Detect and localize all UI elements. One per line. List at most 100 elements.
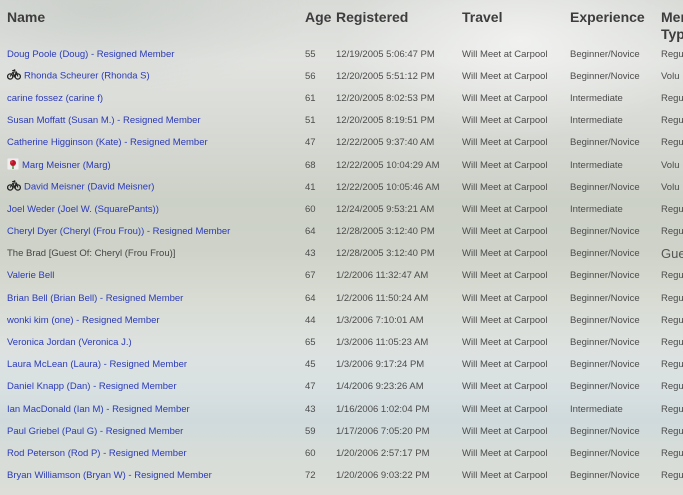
age-cell: 43 (305, 248, 316, 260)
registered-cell: 12/28/2005 3:12:40 PM (336, 248, 435, 260)
member-type-cell: Regu (661, 270, 683, 282)
member-type-cell: Regu (661, 425, 683, 437)
table-row: Ian MacDonald (Ian M) - Resigned Member 4… (0, 398, 683, 420)
member-name-link[interactable]: Rhonda Scheurer (Rhonda S) (24, 71, 150, 82)
member-name-link[interactable]: Laura McLean (Laura) - Resigned Member (7, 359, 187, 370)
member-name-link[interactable]: David Meisner (David Meisner) (24, 182, 154, 193)
travel-cell: Will Meet at Carpool (462, 403, 548, 415)
column-header-name[interactable]: Name (0, 0, 305, 43)
table-row: Daniel Knapp (Dan) - Resigned Member 47 1/… (0, 376, 683, 398)
registered-cell: 1/20/2006 2:57:17 PM (336, 447, 430, 459)
member-name-cell: Marg Meisner (Marg) (0, 154, 305, 176)
member-type-cell: Regu (661, 403, 683, 415)
registered-cell: 1/2/2006 11:50:24 AM (336, 292, 429, 304)
member-name-link[interactable]: Susan Moffatt (Susan M.) - Resigned Memb… (7, 115, 201, 126)
experience-cell: Beginner/Novice (570, 359, 640, 371)
member-name-cell: Ian MacDonald (Ian M) - Resigned Member (0, 398, 305, 420)
member-name-cell: David Meisner (David Meisner) (0, 176, 305, 198)
member-name-link[interactable]: Bryan Williamson (Bryan W) - Resigned Me… (7, 470, 212, 481)
registered-cell: 1/17/2006 7:05:20 PM (336, 425, 430, 437)
table-row: Susan Moffatt (Susan M.) - Resigned Memb… (0, 110, 683, 132)
member-name-link[interactable]: Paul Griebel (Paul G) - Resigned Member (7, 426, 183, 437)
member-name-link[interactable]: carine fossez (carine f) (7, 93, 103, 104)
member-name-link[interactable]: Veronica Jordan (Veronica J.) (7, 337, 132, 348)
member-name-cell: Rod Peterson (Rod P) - Resigned Member (0, 442, 305, 464)
travel-cell: Will Meet at Carpool (462, 203, 548, 215)
member-name-cell: Joel Weder (Joel W. (SquarePants)) (0, 198, 305, 220)
column-header-experience[interactable]: Experience (570, 0, 661, 43)
age-cell: 67 (305, 270, 316, 282)
registered-cell: 1/16/2006 1:02:04 PM (336, 403, 430, 415)
table-row: Laura McLean (Laura) - Resigned Member 45… (0, 354, 683, 376)
experience-cell: Beginner/Novice (570, 292, 640, 304)
member-name-link[interactable]: Valerie Bell (7, 270, 54, 281)
age-cell: 47 (305, 381, 316, 393)
age-cell: 72 (305, 470, 316, 482)
member-name-cell: Daniel Knapp (Dan) - Resigned Member (0, 376, 305, 398)
column-header-travel[interactable]: Travel (462, 0, 570, 43)
registered-cell: 12/20/2005 8:19:51 PM (336, 115, 435, 127)
travel-cell: Will Meet at Carpool (462, 115, 548, 127)
age-cell: 59 (305, 425, 316, 437)
member-name-link[interactable]: wonki kim (one) - Resigned Member (7, 315, 160, 326)
travel-cell: Will Meet at Carpool (462, 292, 548, 304)
member-name-cell: Paul Griebel (Paul G) - Resigned Member (0, 420, 305, 442)
member-name-cell: Cheryl Dyer (Cheryl (Frou Frou)) - Resig… (0, 221, 305, 243)
member-name-link[interactable]: Catherine Higginson (Kate) - Resigned Me… (7, 137, 208, 148)
member-name-link[interactable]: Cheryl Dyer (Cheryl (Frou Frou)) - Resig… (7, 226, 230, 237)
experience-cell: Intermediate (570, 159, 623, 171)
member-name-link[interactable]: Marg Meisner (Marg) (22, 160, 111, 171)
member-name-link[interactable]: Doug Poole (Doug) - Resigned Member (7, 49, 174, 60)
member-type-cell: Gue (661, 246, 683, 262)
table-row: Marg Meisner (Marg) 68 12/22/2005 10:04:29… (0, 154, 683, 176)
age-cell: 61 (305, 92, 316, 104)
column-header-registered[interactable]: Registered (336, 0, 462, 43)
member-name-cell: wonki kim (one) - Resigned Member (0, 309, 305, 331)
age-cell: 45 (305, 359, 316, 371)
bicycle-icon (6, 180, 22, 194)
member-type-cell: Regu (661, 137, 683, 149)
flower-icon (6, 157, 20, 173)
member-name-link[interactable]: Ian MacDonald (Ian M) - Resigned Member (7, 404, 190, 415)
member-name-cell: Veronica Jordan (Veronica J.) (0, 331, 305, 353)
registered-cell: 12/19/2005 5:06:47 PM (336, 48, 435, 60)
experience-cell: Intermediate (570, 92, 623, 104)
column-header-member-type[interactable]: MerTyp (661, 0, 683, 43)
member-name-cell: Laura McLean (Laura) - Resigned Member (0, 354, 305, 376)
travel-cell: Will Meet at Carpool (462, 48, 548, 60)
table-row: Veronica Jordan (Veronica J.) 65 1/3/2006 … (0, 331, 683, 353)
table-row: wonki kim (one) - Resigned Member 44 1/3/2… (0, 309, 683, 331)
travel-cell: Will Meet at Carpool (462, 470, 548, 482)
member-name-link[interactable]: Rod Peterson (Rod P) - Resigned Member (7, 448, 187, 459)
experience-cell: Beginner/Novice (570, 226, 640, 238)
member-type-cell: Regu (661, 359, 683, 371)
age-cell: 65 (305, 337, 316, 349)
participants-table: Name Age Registered Travel Experience Me… (0, 0, 683, 487)
travel-cell: Will Meet at Carpool (462, 447, 548, 459)
experience-cell: Beginner/Novice (570, 181, 640, 193)
member-type-cell: Volu (661, 159, 680, 171)
member-name-cell: Bryan Williamson (Bryan W) - Resigned Me… (0, 465, 305, 487)
member-name-cell: Susan Moffatt (Susan M.) - Resigned Memb… (0, 110, 305, 132)
member-type-label-line1: Mer (661, 9, 683, 25)
experience-cell: Beginner/Novice (570, 48, 640, 60)
age-cell: 41 (305, 181, 316, 193)
member-type-cell: Regu (661, 115, 683, 127)
member-type-cell: Regu (661, 203, 683, 215)
table-row: Brian Bell (Brian Bell) - Resigned Membe… (0, 287, 683, 309)
table-row: David Meisner (David Meisner) 41 12/22/200… (0, 176, 683, 198)
table-row: The Brad [Guest Of: Cheryl (Frou Frou)] 4… (0, 243, 683, 265)
registered-cell: 12/24/2005 9:53:21 AM (336, 203, 435, 215)
registered-cell: 1/3/2006 9:17:24 PM (336, 359, 425, 371)
member-name-link[interactable]: Brian Bell (Brian Bell) - Resigned Membe… (7, 293, 183, 304)
member-type-cell: Regu (661, 447, 683, 459)
table-row: carine fossez (carine f) 61 12/20/2005 8:0… (0, 87, 683, 109)
member-name-link[interactable]: Daniel Knapp (Dan) - Resigned Member (7, 381, 177, 392)
column-header-age[interactable]: Age (305, 0, 336, 43)
table-row: Valerie Bell 67 1/2/2006 11:32:47 AM Will M… (0, 265, 683, 287)
travel-cell: Will Meet at Carpool (462, 381, 548, 393)
travel-cell: Will Meet at Carpool (462, 137, 548, 149)
member-type-cell: Regu (661, 470, 683, 482)
experience-cell: Beginner/Novice (570, 137, 640, 149)
member-name-link[interactable]: Joel Weder (Joel W. (SquarePants)) (7, 204, 159, 215)
